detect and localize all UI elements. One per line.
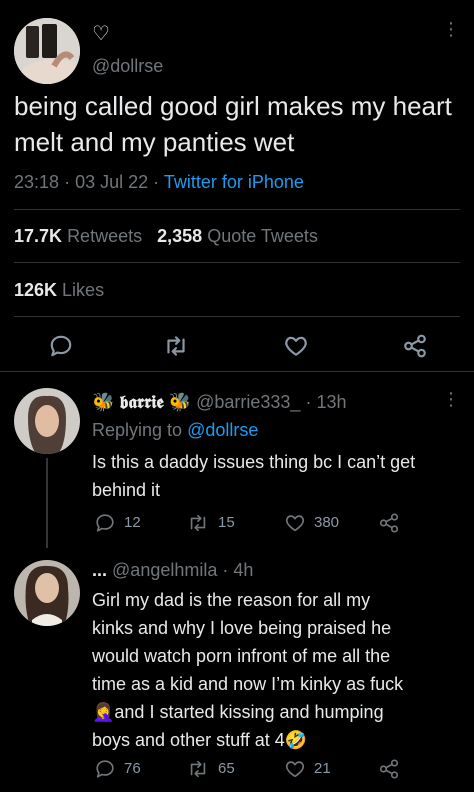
retweet-count: 65: [218, 760, 235, 777]
reply-text: Is this a daddy issues thing bc I can’t …: [92, 452, 416, 500]
share-icon[interactable]: [378, 758, 400, 780]
verified-symbol: ♡: [92, 23, 110, 45]
tweet-source-link[interactable]: Twitter for iPhone: [164, 172, 304, 192]
bee-emoji: 🐝: [92, 392, 115, 412]
avatar[interactable]: [14, 560, 80, 626]
retweet-icon[interactable]: [162, 333, 190, 359]
share-icon[interactable]: [378, 512, 400, 534]
reply-text-line: would watch porn infront of me all the: [92, 646, 391, 666]
replying-handle-link[interactable]: @dollrse: [187, 420, 258, 440]
quotes-label: Quote Tweets: [207, 226, 318, 246]
like-count: 380: [314, 514, 340, 531]
share-icon[interactable]: [402, 333, 428, 359]
retweets-stat[interactable]: 17.7K Retweets: [14, 226, 147, 246]
retweet-count: 15: [218, 514, 235, 531]
quotes-count: 2,358: [157, 226, 203, 246]
likes-count: 126K: [14, 280, 58, 300]
meta-separator: ·: [64, 172, 71, 192]
reply-text-line: kinks and why I love being praised he: [92, 618, 392, 638]
avatar[interactable]: [14, 388, 80, 454]
reply-text-line: boys and other stuff at 4🤣: [92, 730, 308, 750]
retweet-icon[interactable]: [186, 758, 210, 780]
reply-text: Girl my dad is the reason for all my kin…: [92, 586, 464, 754]
likes-stat[interactable]: 126K Likes: [14, 279, 104, 301]
retweets-label: Retweets: [67, 226, 143, 246]
tweet-text: being called good girl makes my heart me…: [14, 91, 452, 157]
like-icon[interactable]: [284, 758, 306, 780]
replying-prefix: Replying to: [92, 420, 183, 440]
meta-separator: ·: [153, 172, 160, 192]
replying-to: Replying to @dollrse: [92, 418, 258, 442]
reply-time: 4h: [233, 560, 254, 580]
reply-tweet[interactable]: ... @angelhmila · 4h Girl my dad is the …: [0, 548, 474, 792]
retweet-icon[interactable]: [186, 512, 210, 534]
divider: [14, 262, 460, 263]
divider: [14, 209, 460, 210]
tweet-time: 23:18: [14, 172, 60, 192]
display-name[interactable]: ...: [92, 560, 107, 580]
reply-icon[interactable]: [94, 512, 116, 534]
reply-text-line: Girl my dad is the reason for all my: [92, 590, 371, 610]
reply-text-line: 🤦‍♀️and I started kissing and humping: [92, 702, 384, 722]
like-icon[interactable]: [284, 512, 306, 534]
thread-line: [46, 458, 48, 548]
bee-emoji: 🐝: [168, 392, 192, 412]
reply-handle[interactable]: @angelhmila: [112, 560, 217, 580]
avatar[interactable]: [14, 18, 80, 84]
reply-handle[interactable]: @barrie333_: [196, 392, 300, 412]
reply-icon[interactable]: [48, 333, 74, 359]
reply-header: ... @angelhmila · 4h: [92, 558, 253, 582]
reply-icon[interactable]: [94, 758, 116, 780]
tweet-date: 03 Jul 22: [75, 172, 149, 192]
like-count: 21: [314, 760, 331, 777]
more-options-icon[interactable]: ⋮: [442, 20, 460, 38]
author-handle[interactable]: @dollrse: [92, 55, 163, 77]
quotes-stat[interactable]: 2,358 Quote Tweets: [157, 226, 318, 246]
reply-tweet[interactable]: 🐝 𝖇𝖆𝖗𝖗𝖎𝖊 🐝 @barrie333_ · 13h ⋮ Replying …: [0, 372, 474, 548]
divider: [14, 316, 460, 317]
retweets-count: 17.7K: [14, 226, 63, 246]
more-options-icon[interactable]: ⋮: [442, 390, 460, 408]
reply-text-line: time as a kid and now I’m kinky as fuck: [92, 674, 404, 694]
main-tweet: ♡ @dollrse ⋮ being called good girl make…: [0, 0, 474, 372]
reply-count: 12: [124, 514, 141, 531]
reply-count: 76: [124, 760, 141, 777]
engagement-stats: 17.7K Retweets 2,358 Quote Tweets: [14, 225, 318, 247]
meta-separator: ·: [305, 392, 312, 412]
likes-label: Likes: [62, 280, 105, 300]
like-icon[interactable]: [283, 333, 309, 359]
reply-time: 13h: [316, 392, 347, 412]
display-name[interactable]: 𝖇𝖆𝖗𝖗𝖎𝖊: [119, 392, 163, 413]
meta-separator: ·: [222, 560, 229, 580]
tweet-meta: 23:18 · 03 Jul 22 · Twitter for iPhone: [14, 171, 304, 193]
reply-header: 🐝 𝖇𝖆𝖗𝖗𝖎𝖊 🐝 @barrie333_ · 13h: [92, 390, 347, 415]
